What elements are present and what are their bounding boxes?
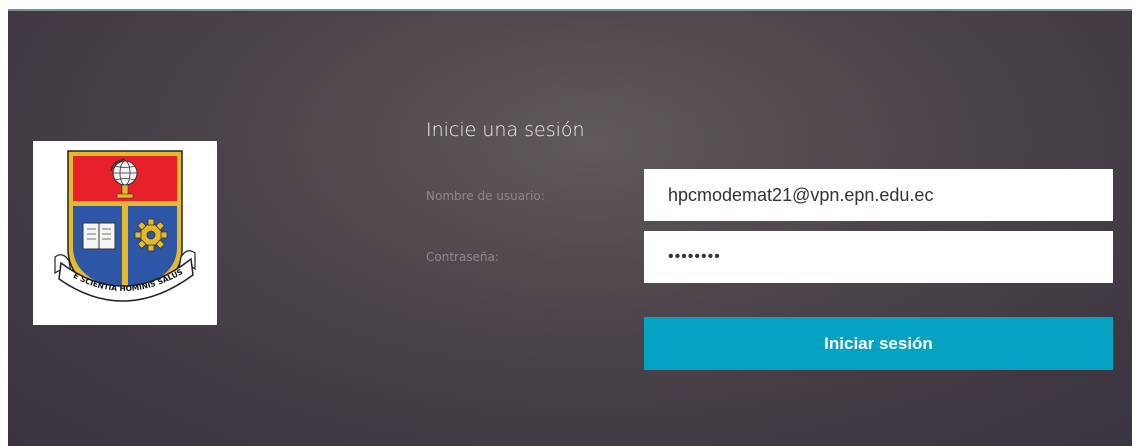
password-field[interactable]: ••••••••	[644, 231, 1113, 283]
login-panel: E SCIENTIA HOMINIS SALUS Inicie una sesi…	[8, 9, 1132, 446]
top-strip	[0, 0, 1146, 9]
sign-in-button[interactable]: Iniciar sesión	[644, 317, 1113, 370]
username-field[interactable]: hpcmodemat21@vpn.epn.edu.ec	[644, 169, 1113, 221]
password-label: Contraseña:	[426, 250, 499, 264]
epn-coat-of-arms-icon: E SCIENTIA HOMINIS SALUS	[54, 150, 196, 302]
password-value: ••••••••	[668, 248, 721, 265]
username-label: Nombre de usuario:	[426, 189, 545, 203]
page-title: Inicie una sesión	[426, 119, 585, 141]
username-value: hpcmodemat21@vpn.epn.edu.ec	[668, 184, 934, 205]
logo-container: E SCIENTIA HOMINIS SALUS	[33, 141, 217, 325]
